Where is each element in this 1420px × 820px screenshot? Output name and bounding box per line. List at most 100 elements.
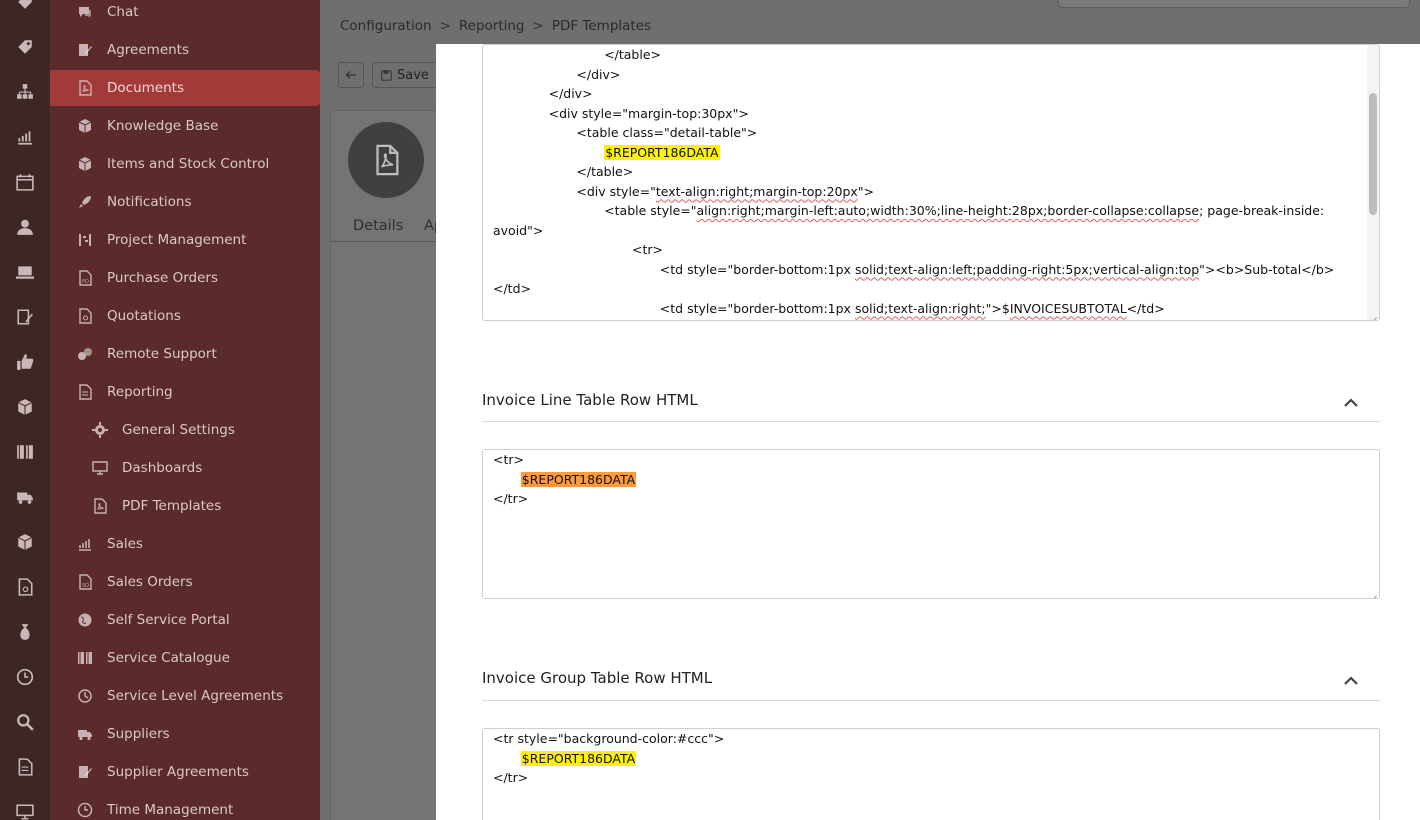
gear-icon	[92, 422, 108, 438]
chat-icon	[79, 7, 91, 18]
tabs-divider	[330, 241, 440, 242]
invoice-group-row-editor[interactable]: <tr style="background-color:#ccc"> $REPOR…	[482, 728, 1380, 820]
sidebar-item-label: Documents	[107, 80, 184, 96]
sidebar-item-label: Service Level Agreements	[107, 688, 284, 704]
sidebar-item-quotations[interactable]: Quotations	[50, 298, 320, 334]
project-icon	[77, 232, 93, 248]
rail-edit-button[interactable]	[15, 307, 35, 327]
sidebar-item-label: Quotations	[107, 308, 181, 324]
record-card	[330, 110, 450, 820]
sidebar-item-label: PDF Templates	[122, 498, 222, 514]
book-icon	[17, 445, 33, 459]
breadcrumb: Configuration > Reporting > PDF Template…	[340, 18, 651, 34]
code-text: ">$	[985, 300, 1010, 316]
rail-tag-button[interactable]	[15, 0, 35, 12]
rail-box-button[interactable]	[15, 397, 35, 417]
rail-search-button[interactable]	[15, 712, 35, 732]
quote-document-icon	[79, 308, 92, 324]
sidebar-item-label: Agreements	[107, 42, 190, 58]
sidebar-item-remote-support[interactable]: Remote Support	[50, 336, 320, 372]
rail-thumb-button[interactable]	[15, 352, 35, 372]
sidebar-item-project-management[interactable]: Project Management	[50, 222, 320, 258]
rail-tag-button[interactable]	[15, 37, 35, 57]
sidebar-item-dashboards[interactable]: Dashboards	[50, 450, 320, 486]
truck-icon	[78, 730, 92, 741]
sidebar-item-purchase-orders[interactable]: PO Purchase Orders	[50, 260, 320, 296]
clock-icon	[77, 802, 93, 818]
back-button[interactable]	[338, 62, 364, 88]
monitor-icon	[16, 804, 34, 820]
sidebar-item-pdf-templates[interactable]: PDF Templates	[50, 488, 320, 524]
breadcrumb-configuration[interactable]: Configuration	[340, 18, 432, 34]
sidebar-item-suppliers[interactable]: Suppliers	[50, 716, 320, 752]
quote-document-icon	[18, 578, 33, 596]
sidebar-item-chat[interactable]: Chat	[50, 0, 320, 30]
sidebar-item-knowledge-base[interactable]: Knowledge Base	[50, 108, 320, 144]
rail-chart-button[interactable]	[15, 127, 35, 147]
rail-report-document-button[interactable]	[15, 757, 35, 777]
code-text: <td style="border-bottom:1px	[659, 300, 855, 316]
sidebar-item-time-management[interactable]: Time Management	[50, 792, 320, 820]
icon-rail	[0, 0, 50, 820]
editor-resize-handle[interactable]	[1369, 310, 1377, 318]
sidebar-item-sales[interactable]: Sales	[50, 526, 320, 562]
report-document-icon	[77, 384, 93, 400]
code-text: "><b>Sub-total</b>	[1199, 261, 1335, 277]
rail-monitor-button[interactable]	[15, 802, 35, 820]
code-line: </tr>	[493, 491, 528, 506]
editor-scrollbar[interactable]	[1367, 45, 1379, 320]
clock-icon	[77, 802, 93, 818]
global-search-box[interactable]	[1058, 0, 1410, 8]
rail-clock-button[interactable]	[15, 667, 35, 687]
code-text: </td>	[1126, 300, 1165, 316]
arrow-left-icon	[345, 71, 356, 79]
rail-box-button[interactable]	[15, 532, 35, 552]
sidebar-item-label: Notifications	[107, 194, 192, 210]
sidebar-item-documents[interactable]: Documents	[50, 70, 320, 106]
sidebar-item-agreements[interactable]: Agreements	[50, 32, 320, 68]
editor-resize-handle[interactable]	[1369, 588, 1377, 596]
rail-book-button[interactable]	[15, 442, 35, 462]
save-button[interactable]: Save	[372, 62, 442, 88]
sidebar-item-service-catalogue[interactable]: Service Catalogue	[50, 640, 320, 676]
rail-calendar-button[interactable]	[15, 172, 35, 192]
sidebar-item-items-and-stock-control[interactable]: Items and Stock Control	[50, 146, 320, 182]
rail-truck-button[interactable]	[15, 487, 35, 507]
code-text: <tr style="background-color:#ccc">	[493, 731, 725, 746]
section-divider	[482, 421, 1380, 422]
sidebar-item-sales-orders[interactable]: SO Sales Orders	[50, 564, 320, 600]
code-text: <div style="	[576, 183, 656, 199]
po-document-icon: PO	[79, 270, 92, 286]
sidebar-item-service-level-agreements[interactable]: Service Level Agreements	[50, 678, 320, 714]
monitor-icon	[92, 460, 108, 476]
svg-text:PO: PO	[82, 279, 89, 285]
thumb-icon	[17, 354, 34, 370]
spellcheck-flag: text-align:right;margin-top:20px	[655, 183, 858, 199]
rail-org-button[interactable]	[15, 82, 35, 102]
sidebar-item-general-settings[interactable]: General Settings	[50, 412, 320, 448]
breadcrumb-pdf-templates: PDF Templates	[551, 18, 652, 34]
box-icon	[78, 157, 92, 171]
breadcrumb-reporting[interactable]: Reporting	[459, 18, 525, 34]
tab-details[interactable]: Details	[353, 218, 403, 234]
svg-text:SO: SO	[82, 583, 89, 589]
template-html-editor[interactable]: </table> </div> </div> <div style="margin-t…	[482, 44, 1380, 321]
collapse-invoice-line-row-button[interactable]	[1342, 394, 1360, 412]
quote-document-icon	[77, 308, 93, 324]
sidebar-item-notifications[interactable]: Notifications	[50, 184, 320, 220]
sidebar-item-reporting[interactable]: Reporting	[50, 374, 320, 410]
rail-quote-document-button[interactable]	[15, 577, 35, 597]
rail-user-button[interactable]	[15, 217, 35, 237]
editor-scrollbar-thumb[interactable]	[1369, 93, 1377, 215]
collapse-invoice-group-row-button[interactable]	[1342, 672, 1360, 690]
sidebar-item-supplier-agreements[interactable]: Supplier Agreements	[50, 754, 320, 790]
code-line: <td style="border-bottom:1px solid;text-…	[660, 301, 1165, 316]
sidebar-item-self-service-portal[interactable]: Self Service Portal	[50, 602, 320, 638]
rail-money-bag-button[interactable]	[15, 622, 35, 642]
pdf-document-icon	[376, 144, 399, 176]
code-text: </td>	[493, 281, 531, 296]
code-text: </div>	[548, 86, 593, 101]
rail-laptop-button[interactable]	[15, 262, 35, 282]
sidebar-item-label: Dashboards	[122, 460, 203, 476]
invoice-line-row-editor[interactable]: <tr> $REPORT186DATA </tr>	[482, 449, 1380, 599]
